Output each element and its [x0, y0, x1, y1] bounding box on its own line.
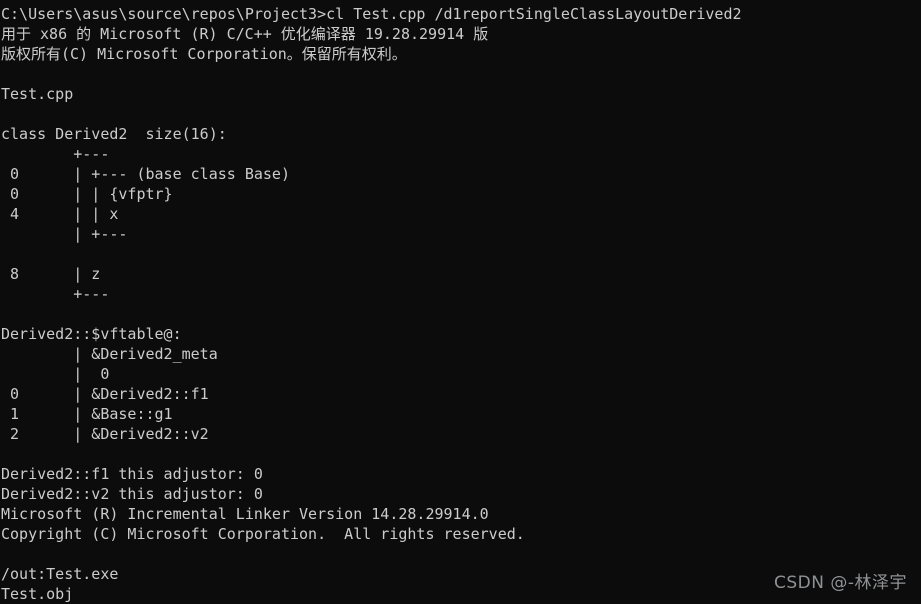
console-line: | +--- — [1, 225, 128, 243]
console-line: 2 | &Derived2::v2 — [1, 425, 209, 443]
console-line: Derived2::v2 this adjustor: 0 — [1, 485, 263, 503]
console-line: +--- — [1, 285, 110, 303]
console-line: Derived2::$vftable@: — [1, 325, 182, 343]
console-line: C:\Users\asus\source\repos\Project3>cl T… — [1, 5, 742, 23]
console-line: +--- — [1, 145, 110, 163]
console-line: Copyright (C) Microsoft Corporation. All… — [1, 525, 525, 543]
csdn-watermark: CSDN @-林泽宇 — [773, 573, 907, 593]
console-line: 版权所有(C) Microsoft Corporation。保留所有权利。 — [1, 45, 407, 63]
console-line: | &Derived2_meta — [1, 345, 218, 363]
console-line: 8 | z — [1, 265, 101, 283]
console-line: | 0 — [1, 365, 110, 383]
console-line: 0 | +--- (base class Base) — [1, 165, 290, 183]
console-line: 1 | &Base::g1 — [1, 405, 173, 423]
console-line: Microsoft (R) Incremental Linker Version… — [1, 505, 489, 523]
console-line: 0 | | {vfptr} — [1, 185, 173, 203]
console-line: 用于 x86 的 Microsoft (R) C/C++ 优化编译器 19.28… — [1, 25, 489, 43]
console-output-area[interactable]: C:\Users\asus\source\repos\Project3>cl T… — [0, 0, 921, 603]
console-line: class Derived2 size(16): — [1, 125, 227, 143]
console-line: Test.cpp — [1, 85, 74, 103]
console-line: 4 | | x — [1, 205, 119, 223]
console-line: Derived2::f1 this adjustor: 0 — [1, 465, 263, 483]
console-line: 0 | &Derived2::f1 — [1, 385, 209, 403]
